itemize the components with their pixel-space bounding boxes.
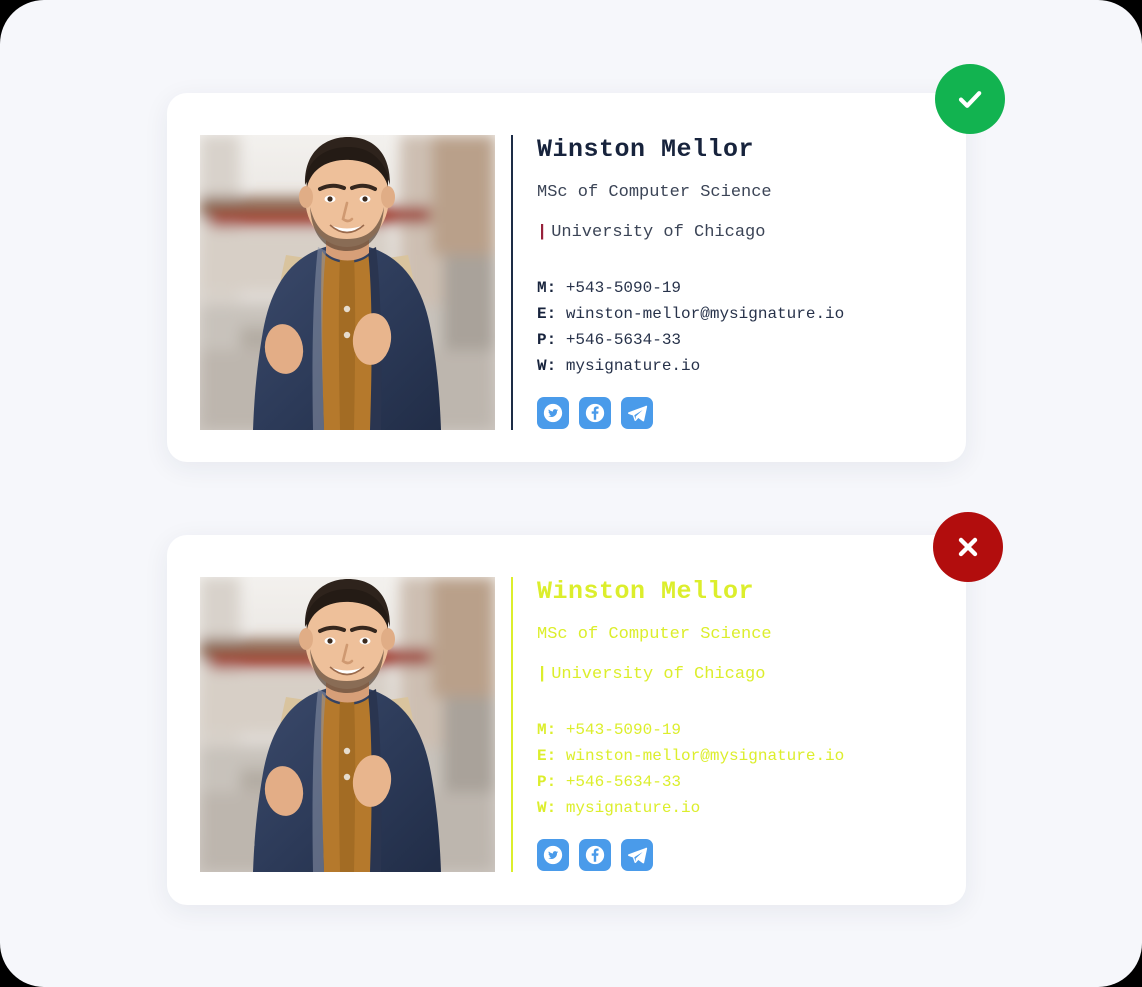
contact-list: M: +543-5090-19 E: winston-mellor@mysign…: [537, 717, 844, 821]
telegram-icon[interactable]: [621, 839, 653, 871]
signature-organization: | University of Chicago: [537, 224, 844, 241]
contact-list: M: +543-5090-19 E: winston-mellor@mysign…: [537, 275, 844, 379]
org-pipe-separator: |: [537, 223, 548, 242]
contact-key: M:: [537, 279, 557, 297]
contact-value[interactable]: +543-5090-19: [566, 279, 681, 297]
signature-role: MSc of Computer Science: [537, 625, 772, 644]
signature-name: Winston Mellor: [537, 135, 755, 164]
contact-website: W: mysignature.io: [537, 353, 844, 379]
twitter-icon[interactable]: [537, 839, 569, 871]
contact-email: E: winston-mellor@mysignature.io: [537, 301, 844, 327]
contact-value[interactable]: winston-mellor@mysignature.io: [566, 305, 844, 323]
social-links: [537, 397, 844, 429]
contact-key: W:: [537, 799, 557, 817]
close-icon: [958, 537, 978, 557]
org-label: University of Chicago: [551, 223, 766, 242]
contact-website: W: mysignature.io: [537, 795, 844, 821]
contact-key: P:: [537, 331, 557, 349]
status-badge-rejected[interactable]: [933, 512, 1003, 582]
avatar-photo: [200, 135, 495, 430]
check-icon: [958, 91, 982, 108]
telegram-icon[interactable]: [621, 397, 653, 429]
signature-organization: | University of Chicago: [537, 666, 844, 683]
contact-key: M:: [537, 721, 557, 739]
contact-value[interactable]: +546-5634-33: [566, 773, 681, 791]
card-content: Winston Mellor MSc of Computer Science |…: [200, 135, 966, 462]
page-container: Winston Mellor MSc of Computer Science |…: [0, 0, 1142, 987]
contact-value[interactable]: mysignature.io: [566, 799, 700, 817]
avatar-photo: [200, 577, 495, 872]
status-badge-approved[interactable]: [935, 64, 1005, 134]
facebook-icon[interactable]: [579, 397, 611, 429]
signature-details: Winston Mellor MSc of Computer Science |…: [513, 577, 844, 871]
contact-value[interactable]: mysignature.io: [566, 357, 700, 375]
contact-mobile: M: +543-5090-19: [537, 717, 844, 743]
twitter-icon[interactable]: [537, 397, 569, 429]
org-pipe-separator: |: [537, 665, 548, 684]
contact-mobile: M: +543-5090-19: [537, 275, 844, 301]
signature-role: MSc of Computer Science: [537, 183, 772, 202]
contact-email: E: winston-mellor@mysignature.io: [537, 743, 844, 769]
signature-card-rejected: Winston Mellor MSc of Computer Science |…: [167, 535, 966, 905]
org-label: University of Chicago: [551, 665, 766, 684]
signature-card-approved: Winston Mellor MSc of Computer Science |…: [167, 93, 966, 462]
card-content: Winston Mellor MSc of Computer Science |…: [200, 577, 966, 905]
contact-key: E:: [537, 747, 557, 765]
social-links: [537, 839, 844, 871]
contact-value[interactable]: winston-mellor@mysignature.io: [566, 747, 844, 765]
contact-value[interactable]: +546-5634-33: [566, 331, 681, 349]
signature-details: Winston Mellor MSc of Computer Science |…: [513, 135, 844, 429]
contact-key: P:: [537, 773, 557, 791]
contact-key: W:: [537, 357, 557, 375]
contact-phone: P: +546-5634-33: [537, 769, 844, 795]
signature-name: Winston Mellor: [537, 577, 755, 606]
contact-key: E:: [537, 305, 557, 323]
facebook-icon[interactable]: [579, 839, 611, 871]
contact-phone: P: +546-5634-33: [537, 327, 844, 353]
contact-value[interactable]: +543-5090-19: [566, 721, 681, 739]
